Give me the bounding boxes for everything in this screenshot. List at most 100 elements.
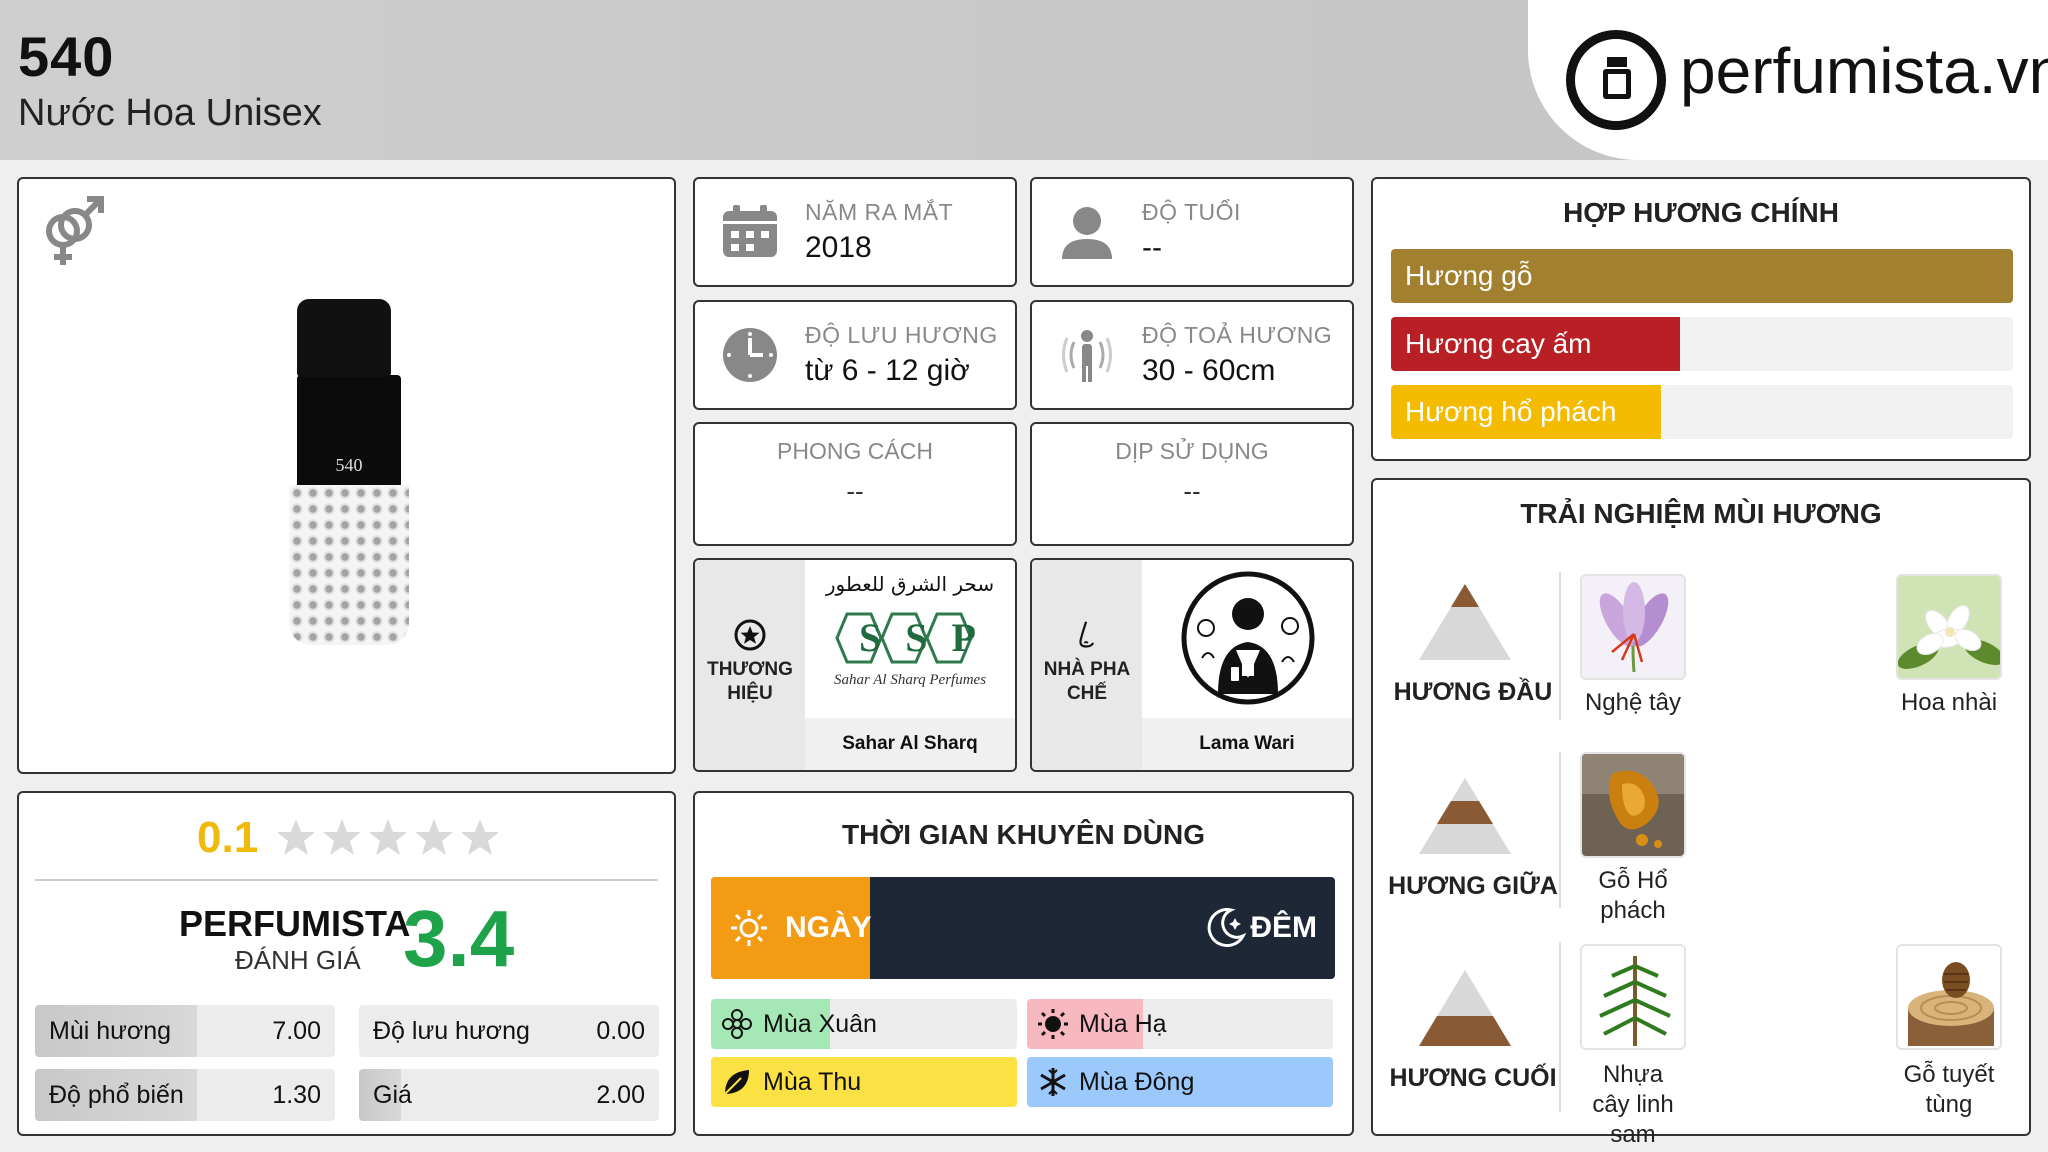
base-notes-label: HƯƠNG CUỐI [1389, 1064, 1557, 1092]
rating-metric: Mùi hương 7.00 [35, 1005, 335, 1057]
brand-logo-script: Sahar Al Sharq Perfumes [833, 672, 987, 688]
sun-icon [731, 910, 767, 946]
recommended-time-panel: THỜI GIAN KHUYÊN DÙNG NGÀY ĐÊM Mùa Xuân M… [693, 791, 1354, 1136]
user-rating-value: 0.1 [197, 813, 259, 862]
longevity-card: ĐỘ LƯU HƯƠNG từ 6 - 12 giờ [693, 300, 1017, 410]
scent-experience-panel: TRẢI NGHIỆM MÙI HƯƠNG HƯƠNG ĐẦU Nghệ tây [1371, 478, 2031, 1148]
occasion-card: DỊP SỬ DỤNG -- [1030, 422, 1354, 546]
sillage-value: 30 - 60cm [1142, 354, 1276, 387]
rating-metric-value: 2.00 [596, 1081, 645, 1109]
occasion-value: -- [1183, 476, 1201, 506]
season-bar: Mùa Xuân [711, 999, 1017, 1049]
rating-metric-value: 1.30 [272, 1081, 321, 1109]
rating-metric-label: Độ phổ biến [49, 1081, 184, 1109]
jasmine-note-image [1896, 574, 2002, 680]
style-label: PHONG CÁCH [777, 438, 933, 464]
brand-name: Sahar Al Sharq Perfumes [805, 718, 1015, 770]
perfumista-score: 3.4 [403, 894, 515, 983]
scent-experience-title: TRẢI NGHIỆM MÙI HƯƠNG [1520, 498, 1882, 529]
page-header: 540 Nước Hoa Unisex perfumista.vn [0, 0, 2048, 160]
sun-icon [1038, 1009, 1068, 1039]
season-bar: Mùa Hạ [1027, 999, 1333, 1049]
rating-metric: Độ phổ biến 1.30 [35, 1069, 335, 1121]
rating-star-icon [369, 819, 407, 855]
rating-metric-value: 0.00 [596, 1017, 645, 1045]
rating-star-icon [323, 819, 361, 855]
flower-icon [722, 1009, 752, 1039]
perfumer-name: Lama Wari [1142, 718, 1352, 770]
saffron-note-image [1580, 574, 1686, 680]
recommended-time-title: THỜI GIAN KHUYÊN DÙNG [841, 819, 1205, 850]
top-notes-label: HƯƠNG ĐẦU [1393, 678, 1553, 706]
perfume-bottle-image: 540 [289, 299, 409, 649]
fir-resin-note-name: Nhựa cây linh sam [1592, 1061, 1674, 1148]
day-label: NGÀY [785, 911, 872, 944]
top-notes-pyramid-icon [1419, 584, 1511, 660]
accord-bar: Hương gỗ [1391, 249, 2013, 303]
snowflake-icon [1040, 1068, 1066, 1096]
rating-metric-label: Độ lưu hương [373, 1017, 530, 1045]
amber-wood-note-image [1580, 752, 1686, 858]
perfumista-rating-sub: ĐÁNH GIÁ [235, 945, 361, 975]
site-logo[interactable]: perfumista.vn [1528, 0, 2048, 160]
unisex-icon [46, 196, 104, 265]
main-accords-panel: HỢP HƯƠNG CHÍNH Hương gỗ Hương cay ấm Hươn… [1371, 177, 2031, 461]
base-notes-pyramid-icon [1419, 970, 1511, 1046]
accord-label: Hương cay ấm [1405, 328, 1592, 359]
release-year-label: NĂM RA MẮT [805, 199, 954, 225]
style-card: PHONG CÁCH -- [693, 422, 1017, 546]
perfumer-card[interactable]: NHÀ PHA CHẾ Lama Wari [1030, 558, 1354, 772]
rating-panel: 0.1 PERFUMISTA ĐÁNH GIÁ 3.4 Mùi hương 7.0… [17, 791, 676, 1136]
age-card: ĐỘ TUỔI -- [1030, 177, 1354, 287]
site-logo-text: perfumista.vn [1680, 35, 2048, 107]
brand-logo-letters: SSP [859, 615, 1000, 660]
season-label: Mùa Hạ [1079, 1010, 1167, 1038]
leaf-icon [724, 1070, 749, 1095]
rating-star-icon [277, 819, 315, 855]
accord-bar: Hương hổ phách [1391, 385, 2013, 439]
occasion-label: DỊP SỬ DỤNG [1115, 438, 1269, 464]
release-year-card: NĂM RA MẮT 2018 [693, 177, 1017, 287]
perfume-bottle-logo-icon [1566, 30, 1666, 130]
season-label: Mùa Thu [763, 1068, 862, 1096]
brand-logo-arabic: سحر الشرق للعطور [825, 572, 995, 596]
product-image-panel: 540 [17, 177, 676, 774]
sillage-card: ĐỘ TOẢ HƯƠNG 30 - 60cm [1030, 300, 1354, 410]
sillage-icon [1062, 330, 1112, 382]
rating-metric: Giá 2.00 [359, 1069, 659, 1121]
style-value: -- [846, 476, 864, 506]
perfume-title: 540 [18, 25, 115, 88]
season-label: Mùa Đông [1079, 1068, 1195, 1096]
age-label: ĐỘ TUỔI [1142, 199, 1241, 225]
season-bar: Mùa Thu [711, 1057, 1017, 1107]
season-label: Mùa Xuân [763, 1010, 877, 1038]
brand-logo: سحر الشرق للعطور SSP Sahar Al Sharq Perf… [805, 560, 1015, 714]
perfumer-side-label: NHÀ PHA CHẾ [1043, 659, 1131, 704]
cedarwood-note-name: Gỗ tuyết tùng [1903, 1061, 1995, 1118]
age-value: -- [1142, 231, 1162, 264]
night-label: ĐÊM [1250, 911, 1317, 944]
longevity-label: ĐỘ LƯU HƯƠNG [805, 322, 998, 348]
sillage-label: ĐỘ TOẢ HƯƠNG [1142, 322, 1333, 348]
accord-label: Hương hổ phách [1405, 396, 1617, 427]
perfumer-avatar [1142, 560, 1352, 714]
middle-notes-pyramid-icon [1419, 778, 1511, 854]
perfume-subtitle: Nước Hoa Unisex [18, 92, 322, 134]
accord-label: Hương gỗ [1405, 260, 1533, 291]
brand-card[interactable]: THƯƠNG HIỆU سحر الشرق للعطور SSP Sahar A… [693, 558, 1017, 772]
cedarwood-note-image [1896, 944, 2002, 1050]
bottle-label: 540 [335, 455, 363, 475]
fir-resin-note-image [1580, 944, 1686, 1050]
calendar-icon [723, 205, 777, 257]
season-bar-fill [711, 1057, 1017, 1107]
main-accords-title: HỢP HƯƠNG CHÍNH [1563, 197, 1839, 228]
amber-wood-note-name: Gỗ Hổ phách [1598, 867, 1668, 924]
perfumer-illustration [1181, 571, 1315, 705]
middle-notes-label: HƯƠNG GIỮA [1388, 872, 1558, 900]
rating-star-icon [461, 819, 499, 855]
rating-metric-value: 7.00 [272, 1017, 321, 1045]
day-night-bar: NGÀY ĐÊM [711, 877, 1335, 979]
jasmine-note-name: Hoa nhài [1900, 689, 1998, 716]
release-year-value: 2018 [805, 231, 872, 264]
perfumista-rating-name: PERFUMISTA [179, 903, 411, 944]
